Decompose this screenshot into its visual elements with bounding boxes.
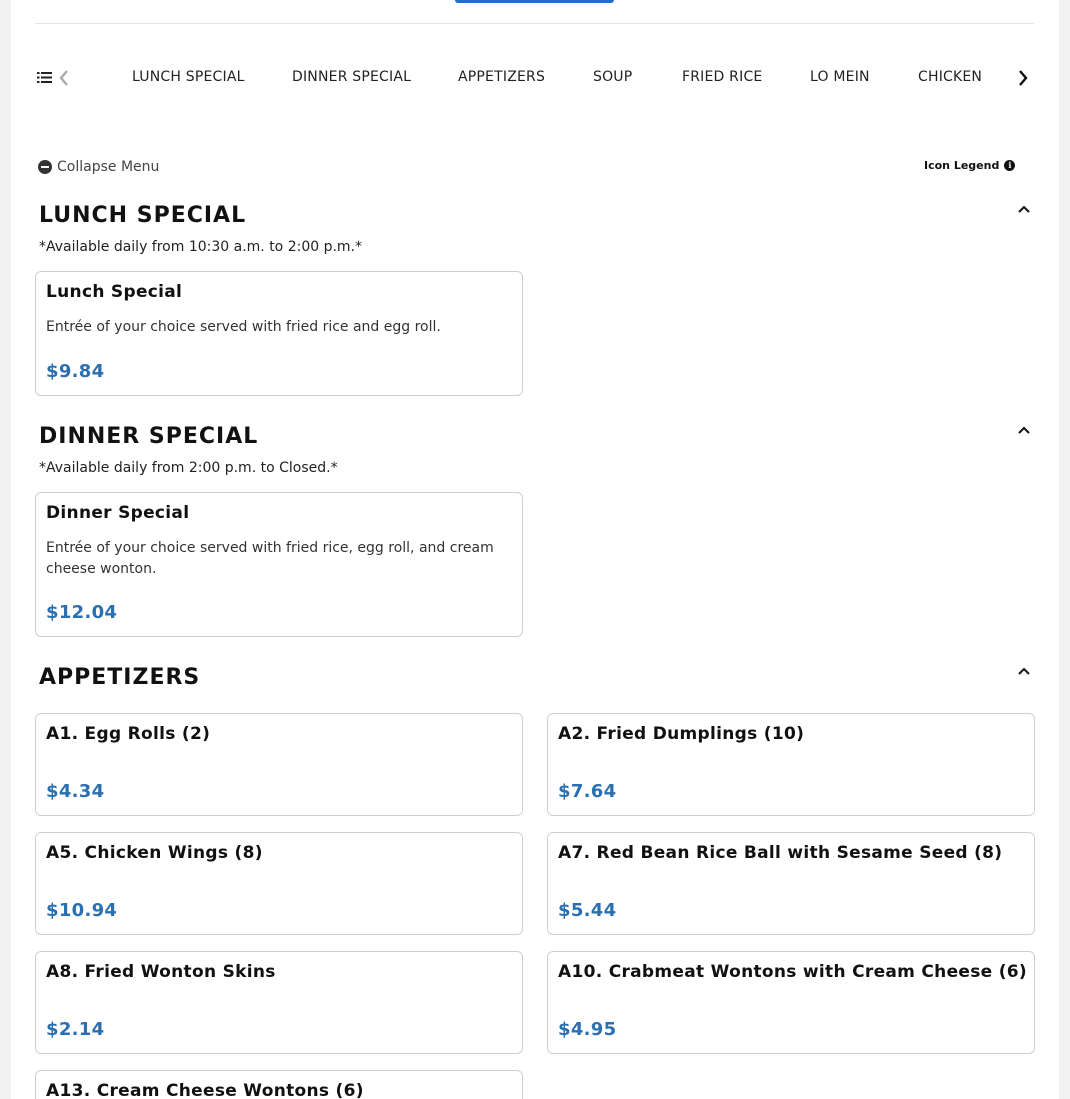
- menu-item-card[interactable]: A10. Crabmeat Wontons with Cream Cheese …: [547, 951, 1035, 1054]
- item-price: $2.14: [46, 1019, 105, 1040]
- menu-item-card[interactable]: A13. Cream Cheese Wontons (6): [35, 1070, 523, 1099]
- divider: [35, 23, 1034, 24]
- item-price: $9.84: [46, 361, 105, 382]
- item-price: $4.34: [46, 781, 105, 802]
- item-price: $12.04: [46, 602, 118, 623]
- section-title-lunch-special: LUNCH SPECIAL: [39, 203, 247, 228]
- item-name: A5. Chicken Wings (8): [46, 843, 263, 863]
- menu-item-card[interactable]: A2. Fried Dumplings (10) $7.64: [547, 713, 1035, 816]
- item-description: Entrée of your choice served with fried …: [46, 540, 494, 577]
- item-name: A7. Red Bean Rice Ball with Sesame Seed …: [558, 843, 1003, 863]
- item-name: A1. Egg Rolls (2): [46, 724, 211, 744]
- section-note-dinner-special: *Available daily from 2:00 p.m. to Close…: [39, 460, 338, 476]
- item-name: A13. Cream Cheese Wontons (6): [46, 1081, 364, 1099]
- item-description: Entrée of your choice served with fried …: [46, 319, 441, 335]
- top-button[interactable]: [455, 0, 614, 3]
- menu-item-card[interactable]: A8. Fried Wonton Skins $2.14: [35, 951, 523, 1054]
- tab-lunch-special[interactable]: LUNCH SPECIAL: [132, 69, 245, 85]
- tab-dinner-special[interactable]: DINNER SPECIAL: [292, 69, 411, 85]
- minus-circle-icon: [38, 160, 52, 174]
- collapse-menu-button[interactable]: Collapse Menu: [38, 158, 159, 176]
- section-title-appetizers: APPETIZERS: [39, 665, 201, 690]
- tab-appetizers[interactable]: APPETIZERS: [458, 69, 545, 85]
- icon-legend-button[interactable]: Icon Legend i: [924, 157, 1016, 173]
- menu-page: LUNCH SPECIAL DINNER SPECIAL APPETIZERS …: [11, 0, 1059, 1099]
- item-name: Dinner Special: [46, 503, 190, 523]
- item-name: Lunch Special: [46, 282, 183, 302]
- item-name: A8. Fried Wonton Skins: [46, 962, 276, 982]
- info-icon: i: [1004, 159, 1016, 171]
- tab-soup[interactable]: SOUP: [593, 69, 632, 85]
- collapse-menu-label: Collapse Menu: [57, 159, 160, 175]
- item-price: $4.95: [558, 1019, 617, 1040]
- item-price: $10.94: [46, 900, 118, 921]
- chevron-right-icon[interactable]: [1016, 68, 1030, 88]
- section-note-lunch-special: *Available daily from 10:30 a.m. to 2:00…: [39, 239, 363, 255]
- tab-fried-rice[interactable]: FRIED RICE: [682, 69, 762, 85]
- chevron-up-icon[interactable]: [1017, 666, 1031, 676]
- item-price: $5.44: [558, 900, 617, 921]
- menu-item-card[interactable]: A7. Red Bean Rice Ball with Sesame Seed …: [547, 832, 1035, 935]
- item-name: A10. Crabmeat Wontons with Cream Cheese …: [558, 962, 1027, 982]
- category-nav: LUNCH SPECIAL DINNER SPECIAL APPETIZERS …: [35, 60, 1034, 96]
- menu-item-card[interactable]: A1. Egg Rolls (2) $4.34: [35, 713, 523, 816]
- list-icon[interactable]: [37, 70, 52, 85]
- item-name: A2. Fried Dumplings (10): [558, 724, 805, 744]
- menu-item-card[interactable]: Lunch Special Entrée of your choice serv…: [35, 271, 523, 396]
- tab-lo-mein[interactable]: LO MEIN: [810, 69, 870, 85]
- item-price: $7.64: [558, 781, 617, 802]
- menu-item-card[interactable]: Dinner Special Entrée of your choice ser…: [35, 492, 523, 637]
- icon-legend-label: Icon Legend: [924, 158, 1000, 172]
- chevron-left-icon[interactable]: [57, 68, 71, 88]
- menu-item-card[interactable]: A5. Chicken Wings (8) $10.94: [35, 832, 523, 935]
- category-tabs: LUNCH SPECIAL DINNER SPECIAL APPETIZERS …: [95, 60, 1007, 96]
- chevron-up-icon[interactable]: [1017, 204, 1031, 214]
- chevron-up-icon[interactable]: [1017, 425, 1031, 435]
- tab-chicken[interactable]: CHICKEN: [918, 69, 982, 85]
- section-title-dinner-special: DINNER SPECIAL: [39, 424, 259, 449]
